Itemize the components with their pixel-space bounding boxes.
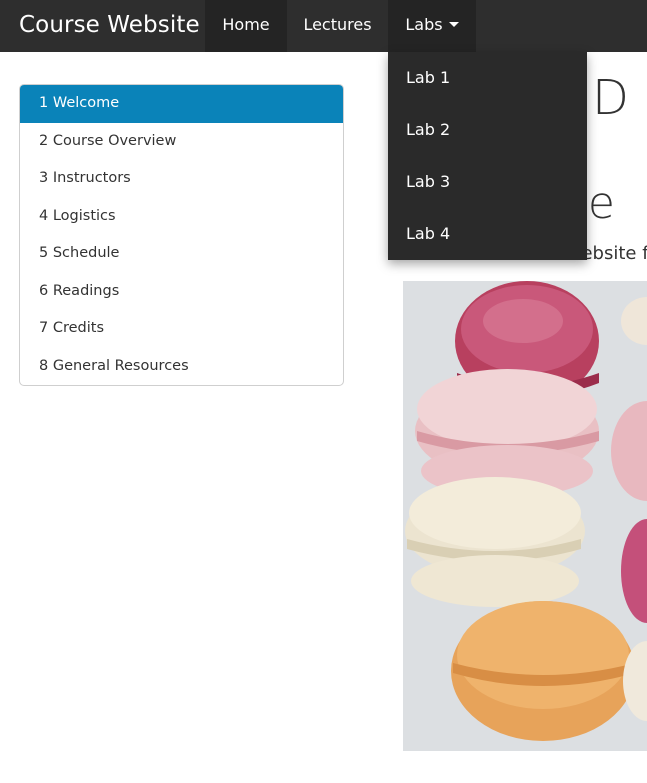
nav-lectures[interactable]: Lectures xyxy=(287,0,388,52)
navbar: Course Website Home Lectures Labs xyxy=(0,0,647,52)
toc-item-instructors[interactable]: 3 Instructors xyxy=(20,160,343,198)
nav-labs-label: Labs xyxy=(405,15,443,34)
toc-item-schedule[interactable]: 5 Schedule xyxy=(20,235,343,273)
menu-item-lab-4[interactable]: Lab 4 xyxy=(388,208,587,260)
toc-item-readings[interactable]: 6 Readings xyxy=(20,273,343,311)
toc-item-credits[interactable]: 7 Credits xyxy=(20,310,343,348)
menu-item-lab-1[interactable]: Lab 1 xyxy=(388,52,587,104)
toc-item-course-overview[interactable]: 2 Course Overview xyxy=(20,123,343,161)
table-of-contents: 1 Welcome 2 Course Overview 3 Instructor… xyxy=(19,84,344,386)
toc-item-general-resources[interactable]: 8 General Resources xyxy=(20,348,343,386)
nav-home[interactable]: Home xyxy=(205,0,287,52)
macarons-image xyxy=(403,281,647,751)
labs-dropdown-menu: Lab 1 Lab 2 Lab 3 Lab 4 xyxy=(388,52,587,260)
brand-link[interactable]: Course Website xyxy=(19,0,200,52)
toc-item-welcome[interactable]: 1 Welcome xyxy=(20,85,343,123)
caret-down-icon xyxy=(448,22,459,27)
page-title: D xyxy=(592,70,629,126)
menu-item-lab-3[interactable]: Lab 3 xyxy=(388,156,587,208)
toc-item-logistics[interactable]: 4 Logistics xyxy=(20,198,343,236)
nav-labs-dropdown[interactable]: Labs xyxy=(388,0,476,52)
menu-item-lab-2[interactable]: Lab 2 xyxy=(388,104,587,156)
